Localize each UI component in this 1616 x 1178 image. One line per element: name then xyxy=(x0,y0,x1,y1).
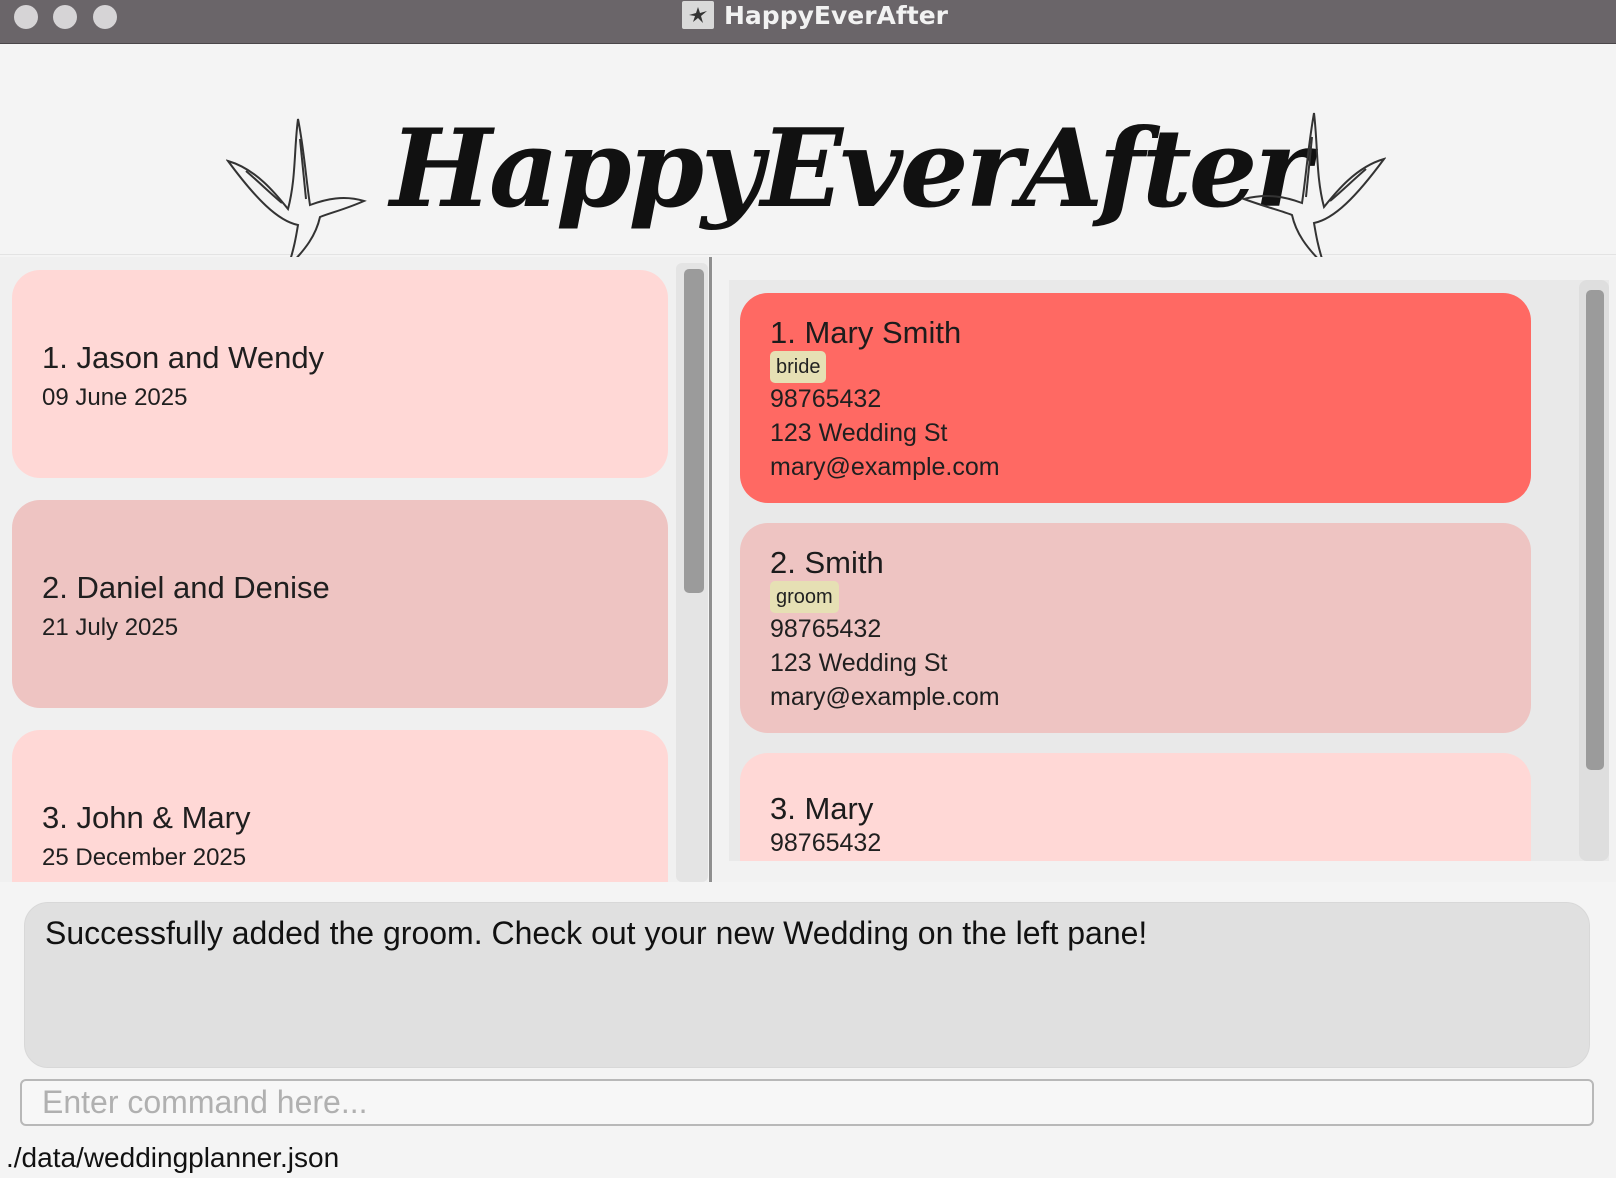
dove-icon xyxy=(1236,107,1387,282)
wedding-date: 09 June 2025 xyxy=(42,384,188,411)
person-list-scroll-thumb[interactable] xyxy=(1586,290,1604,770)
person-tag: bride xyxy=(770,351,827,383)
window-titlebar: HappyEverAfter xyxy=(0,0,1616,44)
person-address: 123 Wedding St xyxy=(770,419,948,447)
dove-app-icon xyxy=(682,1,714,29)
person-list: 1. Mary Smith bride 98765432 123 Wedding… xyxy=(729,280,1609,861)
split-pane-divider[interactable] xyxy=(709,257,712,882)
person-phone: 98765432 xyxy=(770,829,882,857)
minimize-window-button[interactable] xyxy=(53,5,77,29)
command-input[interactable] xyxy=(20,1079,1594,1126)
person-card-selected[interactable]: 1. Mary Smith bride 98765432 123 Wedding… xyxy=(740,293,1531,503)
person-name: 2. Smith xyxy=(770,545,884,580)
app-window: HappyEverAfter HappyEverAfter 1. Jason a… xyxy=(0,0,1616,1178)
person-phone: 98765432 xyxy=(770,615,882,643)
person-phone: 98765432 xyxy=(770,385,882,413)
wedding-title: 3. John & Mary xyxy=(42,800,251,835)
status-bar: ./data/weddingplanner.json xyxy=(0,1134,1616,1178)
window-title-group: HappyEverAfter xyxy=(682,0,948,30)
person-name: 1. Mary Smith xyxy=(770,315,962,350)
result-display: Successfully added the groom. Check out … xyxy=(24,902,1590,1068)
zoom-window-button[interactable] xyxy=(93,5,117,29)
wedding-title: 1. Jason and Wendy xyxy=(42,340,325,375)
wedding-card[interactable]: 2. Daniel and Denise 21 July 2025 xyxy=(12,500,668,708)
person-name: 3. Mary xyxy=(770,791,874,826)
wedding-list-pane: 1. Jason and Wendy 09 June 2025 2. Danie… xyxy=(0,257,708,882)
banner-title: HappyEverAfter xyxy=(390,106,1311,232)
window-title: HappyEverAfter xyxy=(724,0,948,30)
data-file-path: ./data/weddingplanner.json xyxy=(6,1142,340,1173)
banner: HappyEverAfter xyxy=(0,45,1616,278)
person-list-pane: 1. Mary Smith bride 98765432 123 Wedding… xyxy=(713,257,1616,882)
wedding-date: 25 December 2025 xyxy=(42,844,247,871)
close-window-button[interactable] xyxy=(14,5,38,29)
wedding-date: 21 July 2025 xyxy=(42,614,179,641)
person-tag: groom xyxy=(770,581,839,613)
person-card[interactable]: 3. Mary 98765432 xyxy=(740,753,1531,861)
wedding-title: 2. Daniel and Denise xyxy=(42,570,330,605)
person-email: mary@example.com xyxy=(770,683,1000,711)
result-display-area: Successfully added the groom. Check out … xyxy=(0,882,1616,1078)
person-email: mary@example.com xyxy=(770,453,1000,481)
wedding-list-scroll-thumb[interactable] xyxy=(684,269,704,593)
wedding-card[interactable]: 3. John & Mary 25 December 2025 xyxy=(12,730,668,882)
person-address: 123 Wedding St xyxy=(770,649,948,677)
person-card[interactable]: 2. Smith groom 98765432 123 Wedding St m… xyxy=(740,523,1531,733)
result-message: Successfully added the groom. Check out … xyxy=(45,915,1148,951)
wedding-card[interactable]: 1. Jason and Wendy 09 June 2025 xyxy=(12,270,668,478)
